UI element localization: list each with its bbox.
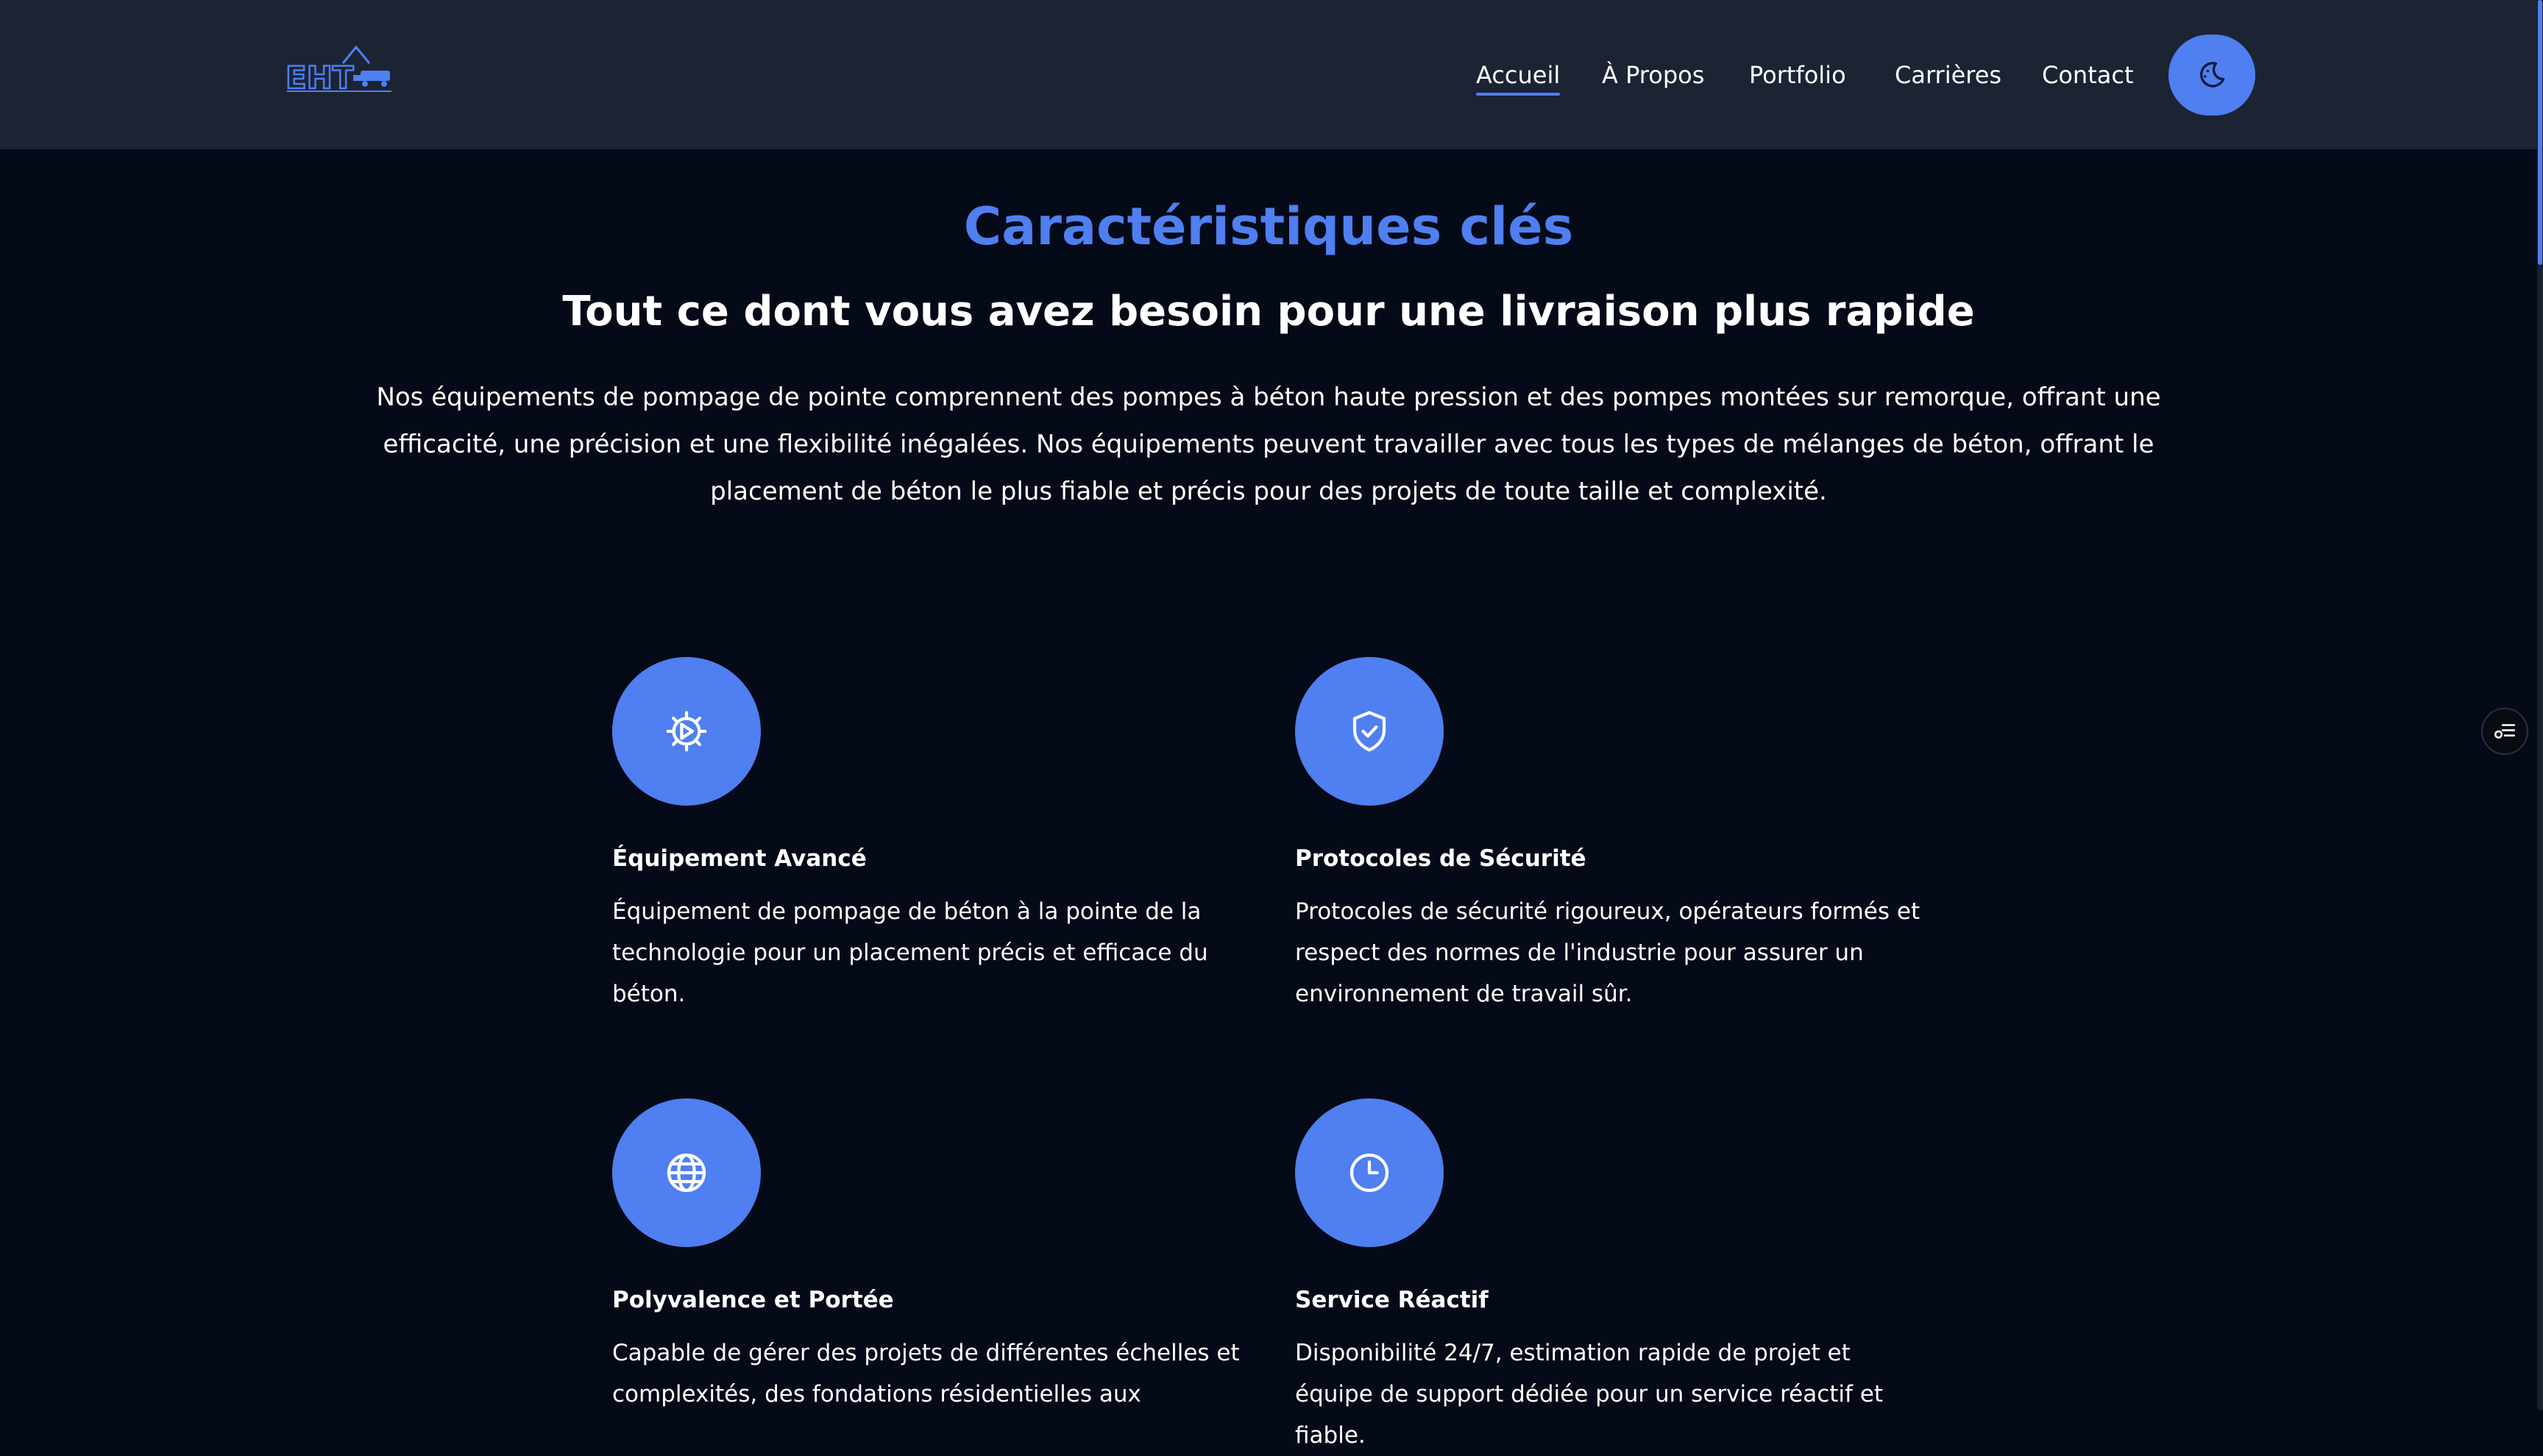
feature-description: Équipement de pompage de béton à la poin… [612, 898, 1208, 1007]
nav-link-carrieres[interactable]: Carrières [1895, 59, 2001, 91]
feature-icon-circle [1295, 657, 1444, 806]
feature-description: Protocoles de sécurité rigoureux, opérat… [1295, 898, 1920, 1007]
accessibility-widget-button[interactable] [2481, 708, 2528, 755]
clock-icon [1349, 1153, 1389, 1193]
feature-description: Disponibilité 24/7, estimation rapide de… [1295, 1340, 1884, 1449]
theme-toggle-button[interactable] [2168, 35, 2255, 116]
shield-check-icon [1352, 711, 1386, 752]
feature-icon-circle [612, 1098, 761, 1247]
section-intro: Nos équipements de pompage de pointe com… [376, 383, 2161, 506]
main-nav: Accueil À Propos Portfolio Carrières Con… [0, 0, 2537, 149]
globe-icon [667, 1153, 706, 1193]
feature-title: Service Réactif [1295, 1287, 1489, 1313]
feature-title: Polyvalence et Portée [612, 1287, 894, 1313]
nav-link-a-propos[interactable]: À Propos [1602, 59, 1704, 91]
gear-icon [666, 711, 707, 752]
feature-title: Équipement Avancé [612, 845, 867, 872]
feature-description: Capable de gérer des projets de différen… [612, 1340, 1240, 1407]
feature-title: Protocoles de Sécurité [1295, 845, 1586, 872]
section-headline: Tout ce dont vous avez besoin pour une l… [562, 288, 1975, 335]
site-header: EHT Accueil À Propos Portfolio Carrières… [0, 0, 2537, 149]
feature-icon-circle [1295, 1098, 1444, 1247]
moon-icon [2200, 62, 2225, 88]
nav-link-contact[interactable]: Contact [2042, 59, 2134, 91]
settings-list-icon [2494, 724, 2516, 739]
section-eyebrow: Caractéristiques clés [963, 196, 1574, 257]
feature-icon-circle [612, 657, 761, 806]
nav-link-portfolio[interactable]: Portfolio [1749, 59, 1846, 91]
page-scrollbar-thumb[interactable] [2538, 0, 2542, 265]
nav-link-accueil[interactable]: Accueil [1476, 59, 1561, 96]
